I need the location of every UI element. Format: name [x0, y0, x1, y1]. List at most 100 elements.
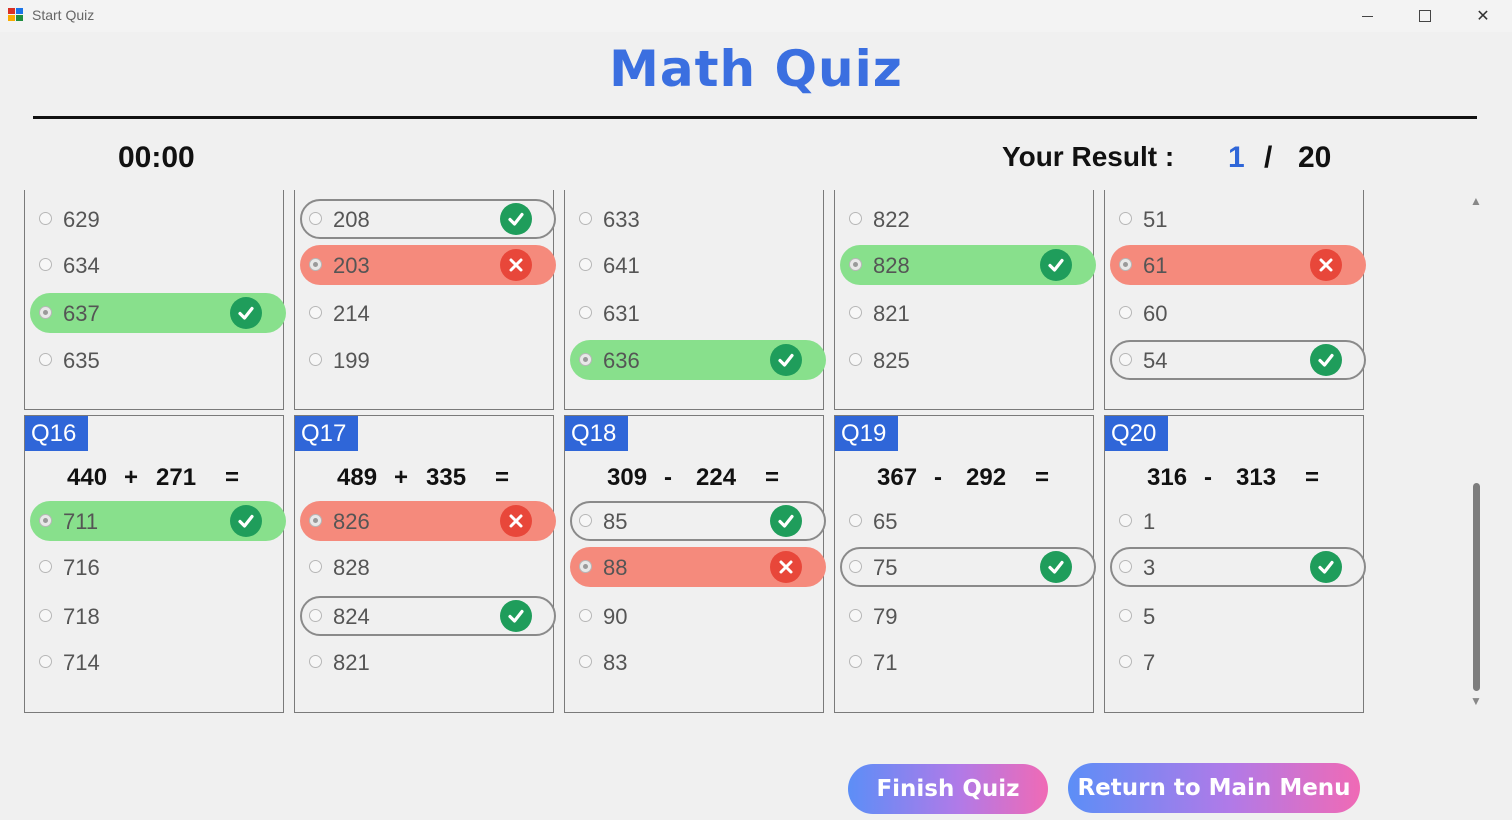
radio-button[interactable] — [309, 655, 322, 668]
answer-option[interactable]: 3 — [1110, 547, 1366, 587]
answer-option[interactable]: 79 — [840, 596, 1096, 636]
radio-button[interactable] — [309, 560, 322, 573]
radio-button[interactable] — [849, 560, 862, 573]
answer-option[interactable]: 824 — [300, 596, 556, 636]
operator: - — [934, 464, 942, 491]
answer-option[interactable]: 214 — [300, 293, 556, 333]
scroll-up-arrow-icon[interactable]: ▲ — [1470, 194, 1482, 208]
cross-icon — [500, 505, 532, 537]
answer-option[interactable]: 83 — [570, 642, 826, 682]
answer-option[interactable]: 635 — [30, 340, 286, 380]
radio-button[interactable] — [309, 609, 322, 622]
answer-option[interactable]: 199 — [300, 340, 556, 380]
radio-button[interactable] — [309, 353, 322, 366]
answer-label: 629 — [63, 207, 100, 232]
radio-button[interactable] — [39, 609, 52, 622]
answer-option[interactable]: 75 — [840, 547, 1096, 587]
radio-button[interactable] — [1119, 212, 1132, 225]
equation: 309-224 = — [565, 462, 825, 496]
radio-button[interactable] — [579, 514, 592, 527]
scrollbar-thumb[interactable] — [1473, 483, 1480, 691]
answer-option[interactable]: 716 — [30, 547, 286, 587]
radio-button[interactable] — [849, 609, 862, 622]
answer-option[interactable]: 629 — [30, 199, 286, 239]
radio-button[interactable] — [39, 306, 52, 319]
maximize-button[interactable] — [1402, 0, 1448, 32]
answer-option[interactable]: 825 — [840, 340, 1096, 380]
answer-option[interactable]: 203 — [300, 245, 556, 285]
radio-button[interactable] — [579, 655, 592, 668]
radio-button[interactable] — [849, 514, 862, 527]
answer-label: 828 — [873, 253, 910, 278]
answer-option[interactable]: 71 — [840, 642, 1096, 682]
radio-button[interactable] — [579, 353, 592, 366]
answer-label: 635 — [63, 348, 100, 373]
answer-option[interactable]: 633 — [570, 199, 826, 239]
answer-option[interactable]: 61 — [1110, 245, 1366, 285]
radio-button[interactable] — [579, 609, 592, 622]
app-icon — [8, 8, 24, 22]
radio-button[interactable] — [849, 258, 862, 271]
operator: + — [124, 464, 139, 491]
minimize-button[interactable] — [1344, 0, 1390, 32]
radio-button[interactable] — [309, 306, 322, 319]
radio-button[interactable] — [39, 514, 52, 527]
answer-option[interactable]: 5 — [1110, 596, 1366, 636]
answer-option[interactable]: 641 — [570, 245, 826, 285]
radio-button[interactable] — [1119, 353, 1132, 366]
answer-option[interactable]: 637 — [30, 293, 286, 333]
radio-button[interactable] — [39, 212, 52, 225]
answer-option[interactable]: 821 — [300, 642, 556, 682]
answer-option[interactable]: 634 — [30, 245, 286, 285]
answer-option[interactable]: 54 — [1110, 340, 1366, 380]
radio-button[interactable] — [579, 306, 592, 319]
finish-quiz-button[interactable]: Finish Quiz — [848, 764, 1048, 814]
radio-button[interactable] — [1119, 514, 1132, 527]
answer-option[interactable]: 7 — [1110, 642, 1366, 682]
radio-button[interactable] — [39, 655, 52, 668]
radio-button[interactable] — [849, 353, 862, 366]
answer-option[interactable]: 828 — [840, 245, 1096, 285]
answer-option[interactable]: 711 — [30, 501, 286, 541]
radio-button[interactable] — [849, 306, 862, 319]
answer-option[interactable]: 631 — [570, 293, 826, 333]
answer-option[interactable]: 826 — [300, 501, 556, 541]
answer-option[interactable]: 1 — [1110, 501, 1366, 541]
answer-option[interactable]: 208 — [300, 199, 556, 239]
radio-button[interactable] — [39, 258, 52, 271]
answer-option[interactable]: 90 — [570, 596, 826, 636]
radio-button[interactable] — [1119, 609, 1132, 622]
radio-button[interactable] — [849, 212, 862, 225]
radio-button[interactable] — [579, 560, 592, 573]
radio-button[interactable] — [1119, 560, 1132, 573]
radio-button[interactable] — [1119, 655, 1132, 668]
result-total: 20 — [1298, 141, 1332, 174]
radio-button[interactable] — [579, 212, 592, 225]
radio-button[interactable] — [579, 258, 592, 271]
operand-b: 313 — [1236, 464, 1277, 491]
radio-button[interactable] — [1119, 306, 1132, 319]
radio-button[interactable] — [309, 258, 322, 271]
answer-option[interactable]: 718 — [30, 596, 286, 636]
answer-option[interactable]: 822 — [840, 199, 1096, 239]
radio-button[interactable] — [309, 212, 322, 225]
radio-button[interactable] — [39, 353, 52, 366]
cross-icon — [1310, 249, 1342, 281]
close-button[interactable]: ✕ — [1460, 0, 1506, 32]
answer-option[interactable]: 821 — [840, 293, 1096, 333]
answer-option[interactable]: 51 — [1110, 199, 1366, 239]
answer-option[interactable]: 65 — [840, 501, 1096, 541]
answer-option[interactable]: 60 — [1110, 293, 1366, 333]
answer-option[interactable]: 85 — [570, 501, 826, 541]
radio-button[interactable] — [39, 560, 52, 573]
radio-button[interactable] — [1119, 258, 1132, 271]
answer-option[interactable]: 636 — [570, 340, 826, 380]
radio-button[interactable] — [309, 514, 322, 527]
scroll-down-arrow-icon[interactable]: ▼ — [1470, 694, 1482, 708]
quiz-scroll-area[interactable]: 629 634 637 635 208 203 214 199 633 641 631 636 822 8… — [0, 190, 1466, 730]
return-main-menu-button[interactable]: Return to Main Menu — [1068, 763, 1360, 813]
radio-button[interactable] — [849, 655, 862, 668]
answer-option[interactable]: 88 — [570, 547, 826, 587]
answer-option[interactable]: 828 — [300, 547, 556, 587]
answer-option[interactable]: 714 — [30, 642, 286, 682]
